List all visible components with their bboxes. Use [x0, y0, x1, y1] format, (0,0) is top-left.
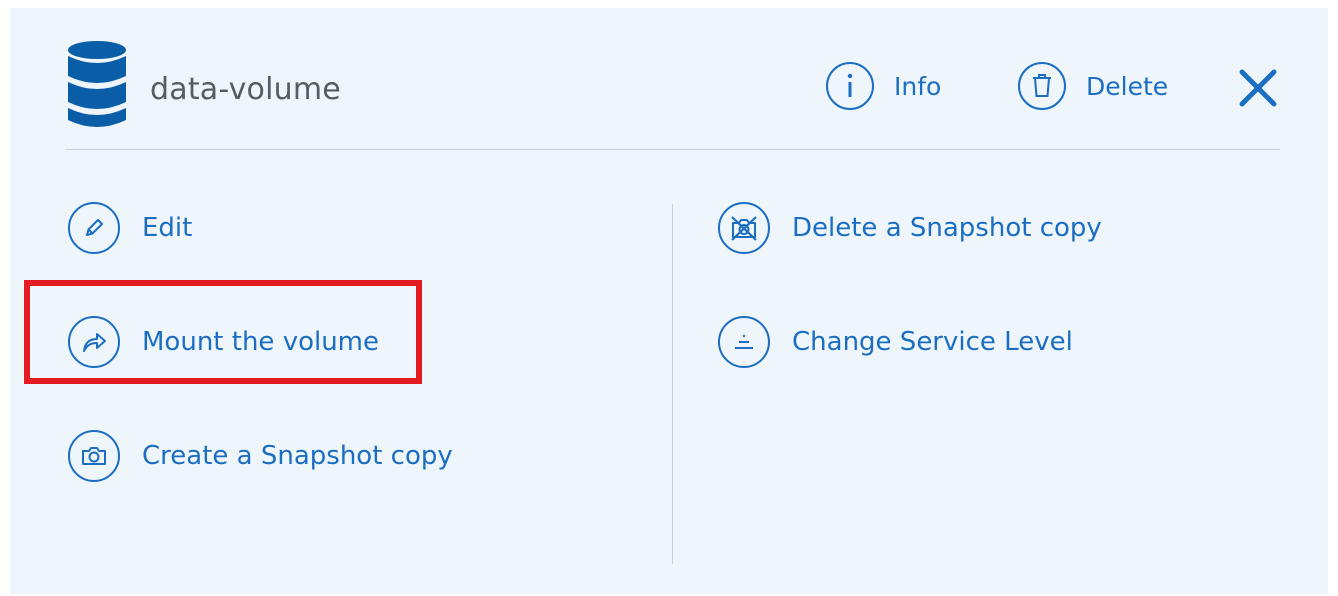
create-snapshot-label: Create a Snapshot copy: [142, 441, 453, 471]
database-icon: [68, 41, 126, 127]
create-snapshot-action[interactable]: Create a Snapshot copy: [68, 426, 453, 486]
delete-button[interactable]: Delete: [1018, 58, 1168, 114]
trash-icon: [1018, 62, 1066, 110]
delete-label: Delete: [1086, 71, 1169, 101]
column-divider: [672, 204, 673, 564]
delete-snapshot-action[interactable]: Delete a Snapshot copy: [718, 198, 1102, 258]
header-divider: [66, 149, 1280, 150]
edit-action[interactable]: Edit: [68, 198, 192, 258]
info-label: Info: [894, 71, 942, 101]
delete-snapshot-label: Delete a Snapshot copy: [792, 213, 1102, 243]
camera-icon: [68, 430, 120, 482]
change-service-level-action[interactable]: Change Service Level: [718, 312, 1073, 372]
volume-title: data-volume: [150, 72, 341, 107]
change-service-level-label: Change Service Level: [792, 327, 1073, 357]
camera-delete-icon: [718, 202, 770, 254]
info-button[interactable]: Info: [826, 58, 941, 114]
info-icon: [826, 62, 874, 110]
pencil-icon: [68, 202, 120, 254]
service-level-icon: [718, 316, 770, 368]
edit-label: Edit: [142, 213, 193, 243]
mount-volume-highlight-box: [24, 280, 422, 384]
close-icon[interactable]: [1238, 68, 1278, 108]
panel-header: data-volume Info Delete: [66, 40, 1310, 150]
